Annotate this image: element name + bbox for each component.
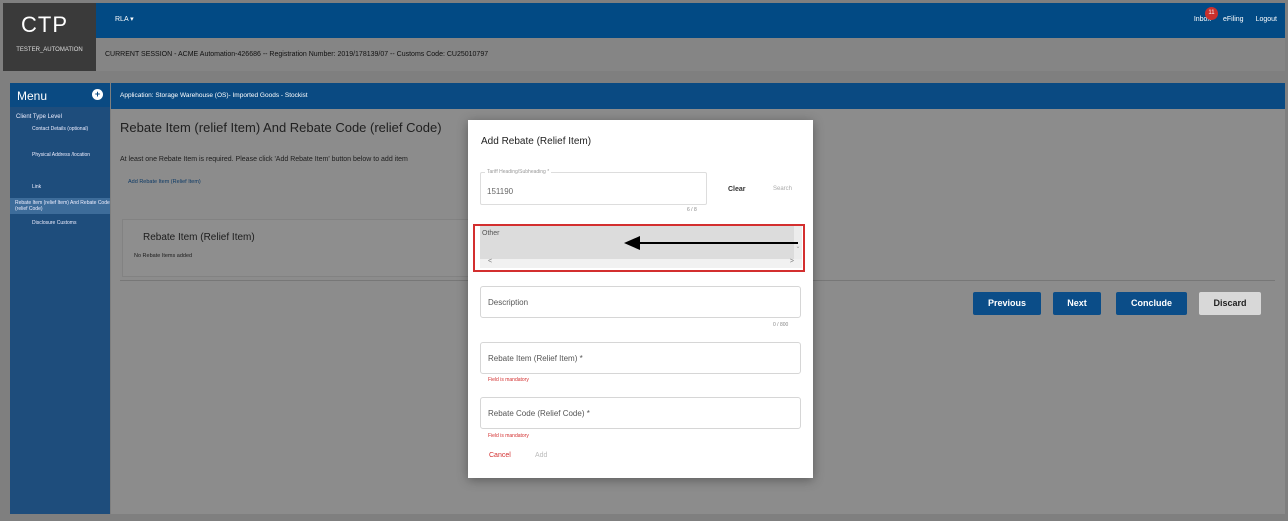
discard-button[interactable]: Discard [1199,292,1261,315]
conclude-button[interactable]: Conclude [1116,292,1187,315]
session-info: CURRENT SESSION - ACME Automation-426686… [105,51,489,58]
tariff-char-counter: 6 / 8 [687,207,697,213]
tariff-heading-value: 151190 [487,187,514,196]
sidebar-level-label: Client Type Level [16,114,62,120]
rla-menu[interactable]: RLA ▾ [115,15,134,23]
description-char-counter: 0 / 800 [773,322,789,328]
search-button[interactable]: Search [773,186,792,192]
card-title: Rebate Item (Relief Item) [143,232,255,243]
top-bar: RLA ▾ Inbox 11 eFiling Logout [96,3,1285,38]
sidebar-item-physical-address[interactable]: Physical Address /location [10,152,110,178]
clear-button[interactable]: Clear [728,186,746,193]
logout-link[interactable]: Logout [1256,16,1277,23]
rebate-code-placeholder: Rebate Code (Relief Code) * [488,409,590,418]
rebate-item-placeholder: Rebate Item (Relief Item) * [488,354,583,363]
inbox-count-badge: 11 [1204,7,1218,20]
dialog-title: Add Rebate (Relief Item) [481,136,592,147]
page-title: Rebate Item (relief Item) And Rebate Cod… [120,120,442,135]
menu-header: Menu + [10,83,110,107]
description-field[interactable]: Description [480,286,801,318]
add-rebate-item-link[interactable]: Add Rebate Item (Relief Item) [128,179,201,185]
add-rebate-dialog: Add Rebate (Relief Item) Tariff Heading/… [468,120,813,478]
inbox-link[interactable]: Inbox 11 [1194,7,1218,23]
efiling-link[interactable]: eFiling [1223,16,1244,23]
sidebar-item-disclosure[interactable]: Disclosure Customs [10,214,110,226]
annotation-arrow-icon [624,236,798,250]
rebate-code-field[interactable]: Rebate Code (Relief Code) * [480,397,801,429]
rebate-item-error: Field is mandatory [488,377,529,383]
sidebar: Menu + Client Type Level Contact Details… [10,83,110,514]
menu-toggle-icon[interactable]: + [92,89,103,100]
add-button[interactable]: Add [535,452,547,459]
tariff-heading-label: Tariff Heading/Subheading * [485,169,552,175]
brand-block: CTP TESTER_AUTOMATION [3,3,96,71]
instruction-text: At least one Rebate Item is required. Pl… [120,156,408,163]
next-button[interactable]: Next [1053,292,1101,315]
session-bar: CURRENT SESSION - ACME Automation-426686… [96,38,1285,71]
application-bar: Application: Storage Warehouse (OS)- Imp… [111,83,1285,109]
rebate-code-error: Field is mandatory [488,433,529,439]
rebate-item-field[interactable]: Rebate Item (Relief Item) * [480,342,801,374]
username-label: TESTER_AUTOMATION [16,47,83,53]
rebate-item-card: Rebate Item (Relief Item) No Rebate Item… [122,219,472,277]
description-placeholder: Description [488,298,529,307]
sidebar-item-rebate[interactable]: Rebate Item (relief Item) And Rebate Cod… [10,198,110,214]
application-title: Application: Storage Warehouse (OS)- Imp… [120,92,308,99]
previous-button[interactable]: Previous [973,292,1041,315]
app-logo: CTP [21,12,68,37]
cancel-button[interactable]: Cancel [489,452,511,459]
tariff-heading-field[interactable]: Tariff Heading/Subheading * 151190 [480,169,707,205]
menu-title: Menu [17,89,48,103]
sidebar-item-contact-details[interactable]: Contact Details (optional) [10,126,110,152]
top-bar-links: Inbox 11 eFiling Logout [1194,7,1277,23]
sidebar-item-link[interactable]: Link [10,178,110,195]
card-status: No Rebate Items added [134,253,193,259]
